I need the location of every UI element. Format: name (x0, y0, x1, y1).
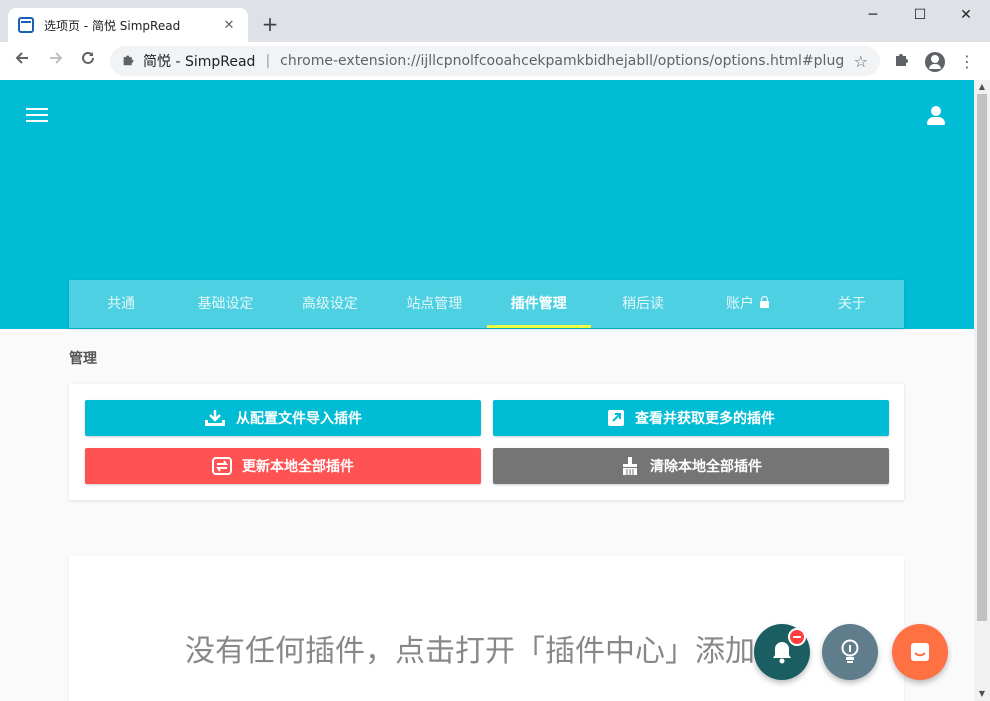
external-link-icon (608, 410, 624, 426)
favicon-icon (18, 17, 34, 33)
tab-strip: 选项页 - 简悦 SimpRead ✕ + ─ ☐ ✕ (0, 0, 990, 42)
reload-icon[interactable] (76, 49, 100, 73)
tab-account-label: 账户 (725, 296, 754, 312)
broom-icon (623, 457, 637, 475)
tab-account[interactable]: 账户 (695, 280, 799, 328)
notifications-button[interactable] (754, 624, 810, 680)
update-plugins-button[interactable]: 更新本地全部插件 (85, 448, 481, 484)
tab-basic-settings[interactable]: 基础设定 (173, 280, 277, 328)
tab-title: 选项页 - 简悦 SimpRead (44, 18, 181, 33)
lock-icon (759, 296, 769, 308)
feedback-button[interactable] (892, 624, 948, 680)
maximize-button[interactable]: ☐ (897, 4, 943, 26)
download-icon (205, 410, 225, 426)
hamburger-menu-icon[interactable] (26, 108, 48, 124)
new-tab-button[interactable]: + (258, 12, 282, 36)
extensions-icon[interactable] (891, 51, 913, 73)
back-icon[interactable] (10, 49, 34, 73)
get-more-plugins-label: 查看并获取更多的插件 (635, 411, 775, 427)
scroll-thumb[interactable] (977, 94, 987, 621)
tab-site-management[interactable]: 站点管理 (382, 280, 486, 328)
browser-tab[interactable]: 选项页 - 简悦 SimpRead ✕ (8, 8, 248, 42)
get-more-plugins-button[interactable]: 查看并获取更多的插件 (493, 400, 889, 436)
address-bar[interactable]: 简悦 - SimpRead | chrome-extension://ijllc… (110, 46, 880, 76)
browser-toolbar: 简悦 - SimpRead | chrome-extension://ijllc… (0, 42, 990, 80)
forward-icon[interactable] (44, 49, 68, 73)
bell-icon (773, 642, 791, 664)
refresh-icon (212, 457, 232, 475)
notification-badge (788, 628, 806, 646)
settings-tabs: 共通 基础设定 高级设定 站点管理 插件管理 稍后读 账户 关于 (69, 280, 904, 328)
update-plugins-label: 更新本地全部插件 (242, 459, 354, 475)
url-text[interactable]: chrome-extension://ijllcpnolfcooahcekpam… (280, 53, 844, 69)
tab-about[interactable]: 关于 (800, 280, 904, 328)
scroll-up-icon[interactable]: ▲ (974, 80, 990, 94)
import-plugins-button[interactable]: 从配置文件导入插件 (85, 400, 481, 436)
extension-icon (122, 53, 135, 70)
page-scrollbar[interactable]: ▲ ▼ (974, 80, 990, 701)
page-viewport: 共通 基础设定 高级设定 站点管理 插件管理 稍后读 账户 关于 管理 从配置文… (0, 80, 974, 701)
tab-close-icon[interactable]: ✕ (220, 18, 238, 33)
tab-common[interactable]: 共通 (69, 280, 173, 328)
tab-read-later[interactable]: 稍后读 (591, 280, 695, 328)
manage-card: 从配置文件导入插件 查看并获取更多的插件 更新本地全部插件 清除本地全部插件 (69, 384, 904, 500)
omnibox-separator: | (265, 53, 271, 69)
close-window-button[interactable]: ✕ (943, 4, 989, 26)
tab-plugin-management[interactable]: 插件管理 (486, 280, 592, 328)
scroll-down-icon[interactable]: ▼ (974, 687, 990, 701)
site-name: 简悦 - SimpRead (143, 54, 256, 70)
profile-avatar-icon[interactable] (924, 51, 946, 73)
clear-plugins-button[interactable]: 清除本地全部插件 (493, 448, 889, 484)
user-account-icon[interactable] (927, 106, 945, 126)
clear-plugins-label: 清除本地全部插件 (650, 459, 762, 475)
tips-button[interactable] (822, 624, 878, 680)
lightbulb-icon (841, 639, 859, 663)
bookmark-star-icon[interactable]: ☆ (854, 52, 868, 71)
empty-plugins-message[interactable]: 没有任何插件，点击打开「插件中心」添加 (185, 626, 755, 670)
more-menu-icon[interactable]: ⋮ (956, 51, 978, 73)
minimize-button[interactable]: ─ (850, 4, 896, 26)
section-title: 管理 (69, 351, 97, 367)
chat-icon (911, 643, 929, 661)
tab-advanced-settings[interactable]: 高级设定 (278, 280, 382, 328)
import-plugins-label: 从配置文件导入插件 (236, 411, 362, 427)
